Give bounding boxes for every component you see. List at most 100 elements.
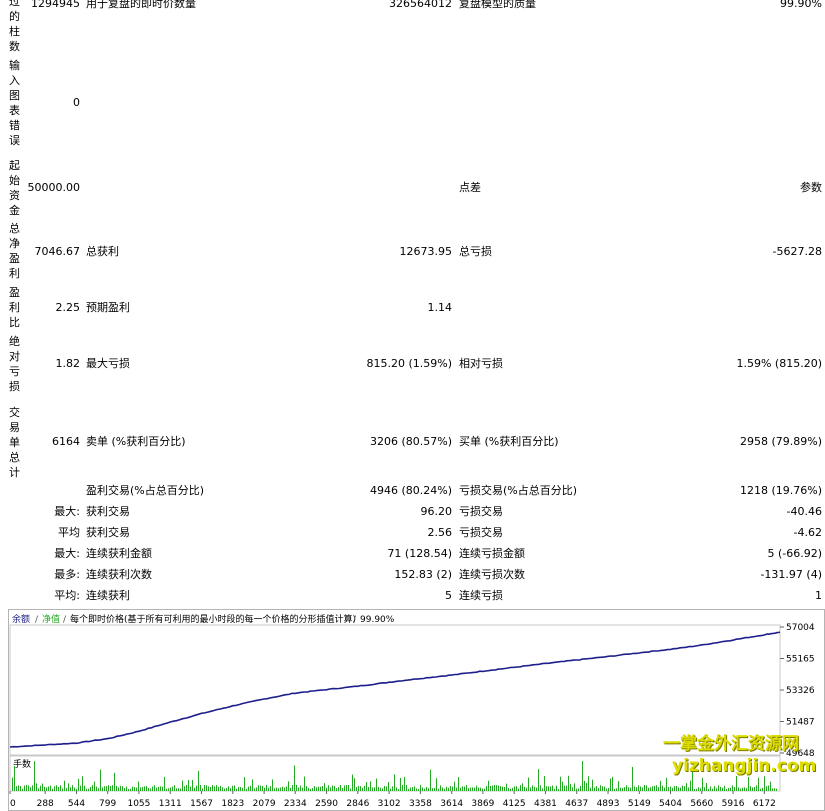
volume-bar [300, 785, 301, 791]
volume-bar [554, 788, 555, 791]
volume-bar [160, 786, 161, 791]
volume-bar [326, 787, 327, 791]
volume-bar [158, 786, 159, 791]
volume-bar [186, 784, 187, 791]
volume-bar [52, 788, 53, 791]
volume-bar [128, 788, 129, 791]
maximal-consecutive-loss-value: -131.97 (4) [760, 568, 822, 581]
volume-bar [730, 787, 731, 791]
volume-bar [202, 788, 203, 791]
volume-label: 手数 [13, 758, 31, 770]
volume-bar [624, 787, 625, 791]
x-tick-label: 5916 [722, 799, 745, 809]
maximal-consecutive-loss-label: 连续亏损次数 [459, 568, 525, 581]
volume-bar [722, 787, 723, 791]
volume-bar [308, 787, 309, 791]
x-tick-label: 4125 [503, 799, 526, 809]
volume-bar [418, 788, 419, 791]
volume-bar [240, 787, 241, 791]
volume-bar [148, 788, 149, 791]
volume-bar [364, 785, 365, 791]
volume-bar [94, 781, 95, 791]
volume-bar [268, 787, 269, 791]
volume-bar [174, 785, 175, 791]
volume-bar [80, 785, 81, 791]
volume-bar [138, 781, 139, 791]
volume-bar [304, 776, 305, 791]
volume-bar [512, 787, 513, 791]
volume-bar [710, 786, 711, 791]
volume-bar [84, 785, 85, 791]
volume-bar [462, 786, 463, 791]
volume-bar [56, 785, 57, 791]
spread-label: 点差 [459, 181, 481, 194]
volume-bar [24, 785, 25, 791]
volume-bar [434, 788, 435, 791]
volume-bar [332, 785, 333, 791]
max-consecutive-wins-label: 连续获利金额 [86, 547, 152, 560]
volume-bar [630, 787, 631, 791]
volume-bar [632, 766, 633, 791]
x-tick-label: 1823 [221, 799, 244, 809]
volume-bar [200, 784, 201, 791]
volume-bar [470, 787, 471, 791]
volume-bar [92, 785, 93, 791]
deposit-value: 50000.00 [27, 181, 81, 194]
volume-bar [696, 788, 697, 791]
volume-bar [716, 788, 717, 791]
volume-bar [58, 786, 59, 791]
volume-bar [212, 785, 213, 791]
volume-bar [16, 786, 17, 791]
volume-bar [548, 786, 549, 791]
volume-bar [182, 780, 183, 791]
volume-bar [410, 787, 411, 791]
x-tick-label: 2846 [346, 799, 369, 809]
volume-bar [704, 787, 705, 791]
volume-bar [420, 784, 421, 791]
maximal-prefix: 最多: [54, 568, 80, 581]
volume-bar [626, 785, 627, 791]
x-tick-label: 2590 [315, 799, 338, 809]
volume-bar [380, 787, 381, 791]
quality-value: 99.90% [780, 0, 822, 10]
volume-bar [60, 785, 61, 791]
volume-bar [344, 785, 345, 791]
volume-bar [162, 786, 163, 791]
volume-bar [542, 788, 543, 791]
volume-bar [266, 784, 267, 791]
volume-bar [76, 788, 77, 791]
volume-bar [712, 788, 713, 791]
volume-bar [66, 788, 67, 791]
volume-bar [490, 786, 491, 791]
expected-payoff-value: 1.14 [427, 301, 453, 314]
legend-quality: 99.90% [360, 615, 395, 625]
volume-bar [676, 785, 677, 791]
average-loss-value: -4.62 [793, 526, 822, 539]
volume-bar [306, 786, 307, 791]
volume-bar [532, 785, 533, 791]
volume-bar [394, 774, 395, 791]
errors-value: 0 [73, 96, 80, 109]
volume-bar [382, 788, 383, 791]
volume-bar [522, 783, 523, 791]
maximal-consecutive-profit-value: 152.83 (2) [394, 568, 452, 581]
volume-bar [298, 787, 299, 791]
volume-bar [396, 787, 397, 791]
volume-bar [666, 777, 667, 791]
x-tick-label: 544 [68, 799, 85, 809]
volume-bar [62, 788, 63, 791]
legend-equity: 净值 [42, 613, 60, 625]
volume-bar [368, 787, 369, 791]
x-tick-label: 1311 [159, 799, 182, 809]
volume-bar [528, 777, 529, 791]
volume-bar [72, 785, 73, 791]
volume-bar [282, 786, 283, 791]
x-tick-label: 3358 [409, 799, 432, 809]
relative-drawdown-value: 1.59% (815.20) [736, 357, 822, 370]
volume-bar [250, 785, 251, 791]
volume-bar [98, 788, 99, 791]
volume-bar [278, 788, 279, 791]
loss-trades-label: 亏损交易(%占总百分比) [459, 484, 578, 497]
volume-bar [210, 787, 211, 791]
volume-bar [354, 778, 355, 791]
